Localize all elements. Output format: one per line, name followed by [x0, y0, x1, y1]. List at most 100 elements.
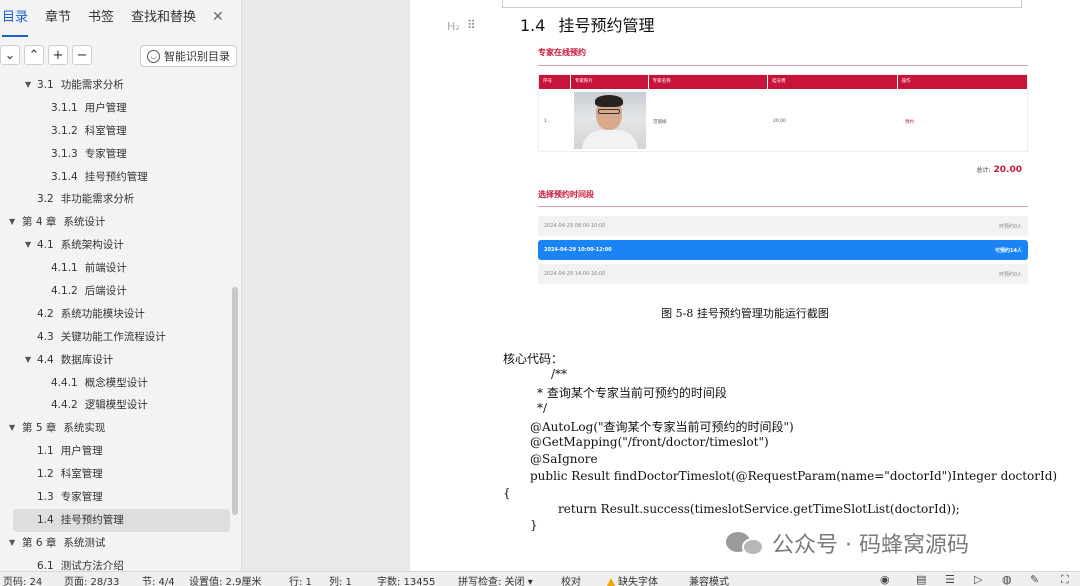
watermark: 公众号 · 码蜂窝源码 — [726, 526, 969, 560]
toc-item-number: 4.3 — [37, 330, 54, 343]
shot-timeslot: 2024-04-29 08:00-10:00 可预约0人 — [538, 216, 1028, 236]
remove-heading-button[interactable]: − — [72, 45, 92, 65]
toc-item-number: 4.2 — [37, 307, 54, 320]
code-line[interactable]: return Result.success(timeslotService.ge… — [558, 502, 960, 516]
slot-status: 可预约0人 — [998, 224, 1022, 230]
fullscreen-icon[interactable]: ⛶ — [1061, 573, 1069, 586]
status-words[interactable]: 字数: 13455 — [377, 573, 435, 586]
toc-item-text: 4.2 系统功能模块设计 — [37, 303, 145, 326]
toc-item[interactable]: 3.2 非功能需求分析 — [0, 188, 230, 211]
navigation-pane: 目录 章节 书签 查找和替换 ✕ ⌄ ⌃ + − ◡ 智能识别目录 ▼ 3.1 功能… — [0, 0, 242, 572]
toc-item[interactable]: ▼ 第 5 章系统实现 — [0, 417, 230, 440]
code-line[interactable]: * 查询某个专家当前可预约的时间段 — [537, 384, 727, 401]
shot-timeslot-active: 2024-04-29 10:00-12:00 可预约14人 — [538, 240, 1028, 260]
code-line[interactable]: @SaIgnore — [530, 452, 598, 466]
toc-item[interactable]: 3.1.1 用户管理 — [0, 97, 230, 120]
toc-item-number: 4.1 — [37, 239, 54, 252]
tab-bookmarks[interactable]: 书签 — [88, 0, 114, 37]
toc-item[interactable]: 3.1.3 专家管理 — [0, 143, 230, 166]
toc-item[interactable]: ▼ 4.1 系统架构设计 — [0, 234, 230, 257]
status-missing-font[interactable]: 缺失字体 — [607, 573, 658, 586]
expand-button[interactable]: ⌃ — [24, 45, 44, 65]
toc-item-text: 4.4 数据库设计 — [37, 349, 113, 372]
expand-arrow-icon[interactable]: ▼ — [25, 74, 31, 97]
toc-item-text: 3.1.3 专家管理 — [51, 143, 127, 166]
toc-scrollbar[interactable] — [232, 287, 238, 515]
shot-expert-table: 序号 专家照片 专家名称 挂号费 操作 1 范丽娟 20.00 预约 — [538, 74, 1028, 152]
toc-item[interactable]: ▼ 4.4 数据库设计 — [0, 349, 230, 372]
expand-arrow-icon[interactable]: ▼ — [25, 234, 31, 257]
status-compat-mode[interactable]: 兼容模式 — [689, 573, 729, 586]
missing-font-label: 缺失字体 — [618, 577, 658, 586]
document-page: H₂ ⠿ 1.4 挂号预约管理 专家在线预约 序号 专家照片 专家名称 挂号费 操… — [410, 0, 1080, 571]
toc-item[interactable]: 1.4 挂号预约管理 — [13, 508, 230, 532]
toc-item-label: 系统实现 — [63, 422, 106, 435]
toc-item-text: 第 5 章系统实现 — [22, 417, 105, 440]
toc-item[interactable]: 1.2 科室管理 — [0, 463, 230, 486]
toc-item[interactable]: 1.3 专家管理 — [0, 486, 230, 509]
drag-handle-icon[interactable]: ⠿ — [467, 18, 476, 32]
status-row[interactable]: 行: 1 — [289, 573, 312, 586]
status-page-code[interactable]: 页码: 24 — [3, 573, 42, 586]
toc-item-number: 4.4 — [37, 353, 54, 366]
code-line[interactable]: @AutoLog("查询某个专家当前可预约的时间段") — [530, 418, 794, 435]
toc-item-number: 1.2 — [37, 468, 54, 481]
status-spellcheck[interactable]: 拼写检查: 关闭 ▾ — [458, 573, 533, 586]
add-heading-button[interactable]: + — [48, 45, 68, 65]
heading-level-icon[interactable]: H₂ — [447, 20, 460, 33]
collapse-button[interactable]: ⌄ — [0, 45, 20, 65]
embedded-screenshot[interactable]: 专家在线预约 序号 专家照片 专家名称 挂号费 操作 1 范丽娟 20.00 预… — [536, 41, 1030, 292]
tab-chapters[interactable]: 章节 — [45, 0, 71, 37]
toc-item[interactable]: 4.3 关键功能工作流程设计 — [0, 326, 230, 349]
toc-item[interactable]: 4.4.2 逻辑模型设计 — [0, 394, 230, 417]
toc-item[interactable]: 3.1.4 挂号预约管理 — [0, 166, 230, 189]
web-view-icon[interactable]: ◍ — [1002, 573, 1012, 586]
toc-item-label: 系统架构设计 — [60, 239, 124, 252]
play-icon[interactable]: ▷ — [974, 573, 982, 586]
toc-item-label: 测试方法介绍 — [60, 559, 124, 572]
status-section[interactable]: 节: 4/4 — [142, 573, 175, 586]
status-col[interactable]: 列: 1 — [329, 573, 352, 586]
status-page[interactable]: 页面: 28/33 — [64, 573, 119, 586]
code-intro[interactable]: 核心代码： — [503, 350, 563, 367]
smart-toc-button[interactable]: ◡ 智能识别目录 — [140, 45, 237, 67]
code-line[interactable]: public Result findDoctorTimeslot(@Reques… — [530, 469, 1057, 483]
toc-item[interactable]: 4.2 系统功能模块设计 — [0, 303, 230, 326]
toc-item[interactable]: 3.1.2 科室管理 — [0, 120, 230, 143]
close-icon[interactable]: ✕ — [212, 9, 224, 25]
figure-caption[interactable]: 图 5-8 挂号预约管理功能运行截图 — [410, 305, 1080, 321]
toc-item[interactable]: 4.1.1 前端设计 — [0, 257, 230, 280]
row-index: 1 — [544, 119, 547, 124]
expand-arrow-icon[interactable]: ▼ — [25, 349, 31, 372]
toc-item[interactable]: ▼ 第 6 章系统测试 — [0, 532, 230, 555]
toc-item[interactable]: 4.1.2 后端设计 — [0, 280, 230, 303]
slot-status: 可预约0人 — [998, 272, 1022, 278]
code-line[interactable]: { — [503, 486, 511, 500]
toc-item-text: 1.4 挂号预约管理 — [37, 509, 124, 532]
tab-toc[interactable]: 目录 — [2, 0, 29, 37]
page-margin-mark — [502, 0, 1022, 8]
expand-arrow-icon[interactable]: ▼ — [9, 417, 15, 440]
pen-icon[interactable]: ✎ — [1030, 573, 1039, 586]
page-view-icon[interactable]: ▤ — [916, 573, 926, 586]
toc-item-label: 前端设计 — [84, 262, 127, 275]
toc-item[interactable]: 1.1 用户管理 — [0, 440, 230, 463]
eye-protect-icon[interactable]: ◉ — [880, 573, 890, 586]
toc-item-label: 科室管理 — [60, 468, 103, 481]
code-line[interactable]: /** — [551, 367, 567, 381]
toc-item[interactable]: ▼ 3.1 功能需求分析 — [0, 74, 230, 97]
toc-item[interactable]: 4.4.1 概念模型设计 — [0, 372, 230, 395]
toc-item-number: 4.1.1 — [51, 262, 78, 275]
tab-find-replace[interactable]: 查找和替换 — [131, 0, 196, 37]
toc-item-label: 挂号预约管理 — [84, 170, 148, 183]
section-heading[interactable]: 1.4 挂号预约管理 — [520, 12, 654, 36]
expand-arrow-icon[interactable]: ▼ — [9, 532, 15, 555]
code-line[interactable]: @GetMapping("/front/doctor/timeslot") — [530, 435, 769, 449]
status-proofread[interactable]: 校对 — [561, 573, 581, 586]
code-line[interactable]: */ — [537, 401, 547, 415]
outline-view-icon[interactable]: ☰ — [945, 573, 955, 586]
toc-item[interactable]: ▼ 第 4 章系统设计 — [0, 211, 230, 234]
expand-arrow-icon[interactable]: ▼ — [9, 211, 15, 234]
code-line[interactable]: } — [530, 518, 538, 532]
status-setting[interactable]: 设置值: 2.9厘米 — [189, 573, 261, 586]
